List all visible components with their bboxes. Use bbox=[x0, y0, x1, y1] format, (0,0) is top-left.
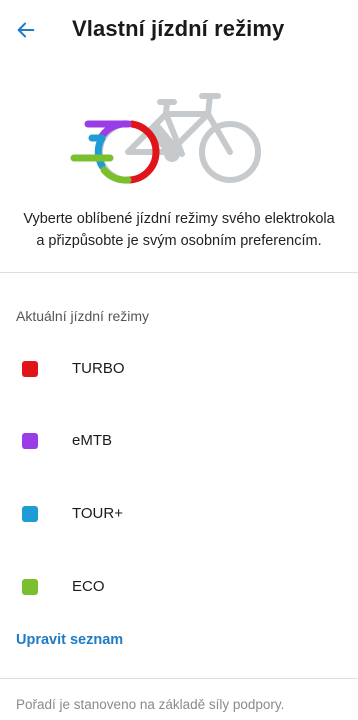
intro-text: Vyberte oblíbené jízdní režimy svého ele… bbox=[0, 208, 358, 252]
mode-label: TURBO bbox=[72, 360, 125, 377]
edit-list-link[interactable]: Upravit seznam bbox=[16, 632, 123, 648]
mode-color-swatch bbox=[22, 579, 38, 595]
ebike-illustration bbox=[70, 93, 261, 184]
mode-color-swatch bbox=[22, 433, 38, 449]
footnote-text: Pořadí je stanoveno na základě síly podp… bbox=[16, 697, 285, 712]
divider bbox=[0, 678, 358, 679]
section-title: Aktuální jízdní režimy bbox=[16, 308, 150, 324]
page-title: Vlastní jízdní režimy bbox=[72, 16, 285, 41]
mode-item-turbo[interactable]: TURBO bbox=[0, 349, 358, 389]
mode-label: ECO bbox=[72, 578, 105, 595]
mode-item-eco[interactable]: ECO bbox=[0, 567, 358, 607]
app-bar: Vlastní jízdní režimy bbox=[0, 0, 358, 60]
intro-line-2: a přizpůsobte je svým osobním preferencí… bbox=[36, 233, 322, 249]
mode-label: TOUR+ bbox=[72, 505, 123, 522]
mode-label: eMTB bbox=[72, 432, 113, 449]
back-button[interactable] bbox=[12, 16, 40, 44]
intro-line-1: Vyberte oblíbené jízdní režimy svého ele… bbox=[23, 211, 335, 227]
mode-color-swatch bbox=[22, 361, 38, 377]
arrow-left-icon bbox=[17, 22, 35, 38]
mode-item-emtb[interactable]: eMTB bbox=[0, 421, 358, 461]
divider bbox=[0, 272, 358, 273]
mode-color-swatch bbox=[22, 506, 38, 522]
mode-item-tour-plus[interactable]: TOUR+ bbox=[0, 494, 358, 534]
